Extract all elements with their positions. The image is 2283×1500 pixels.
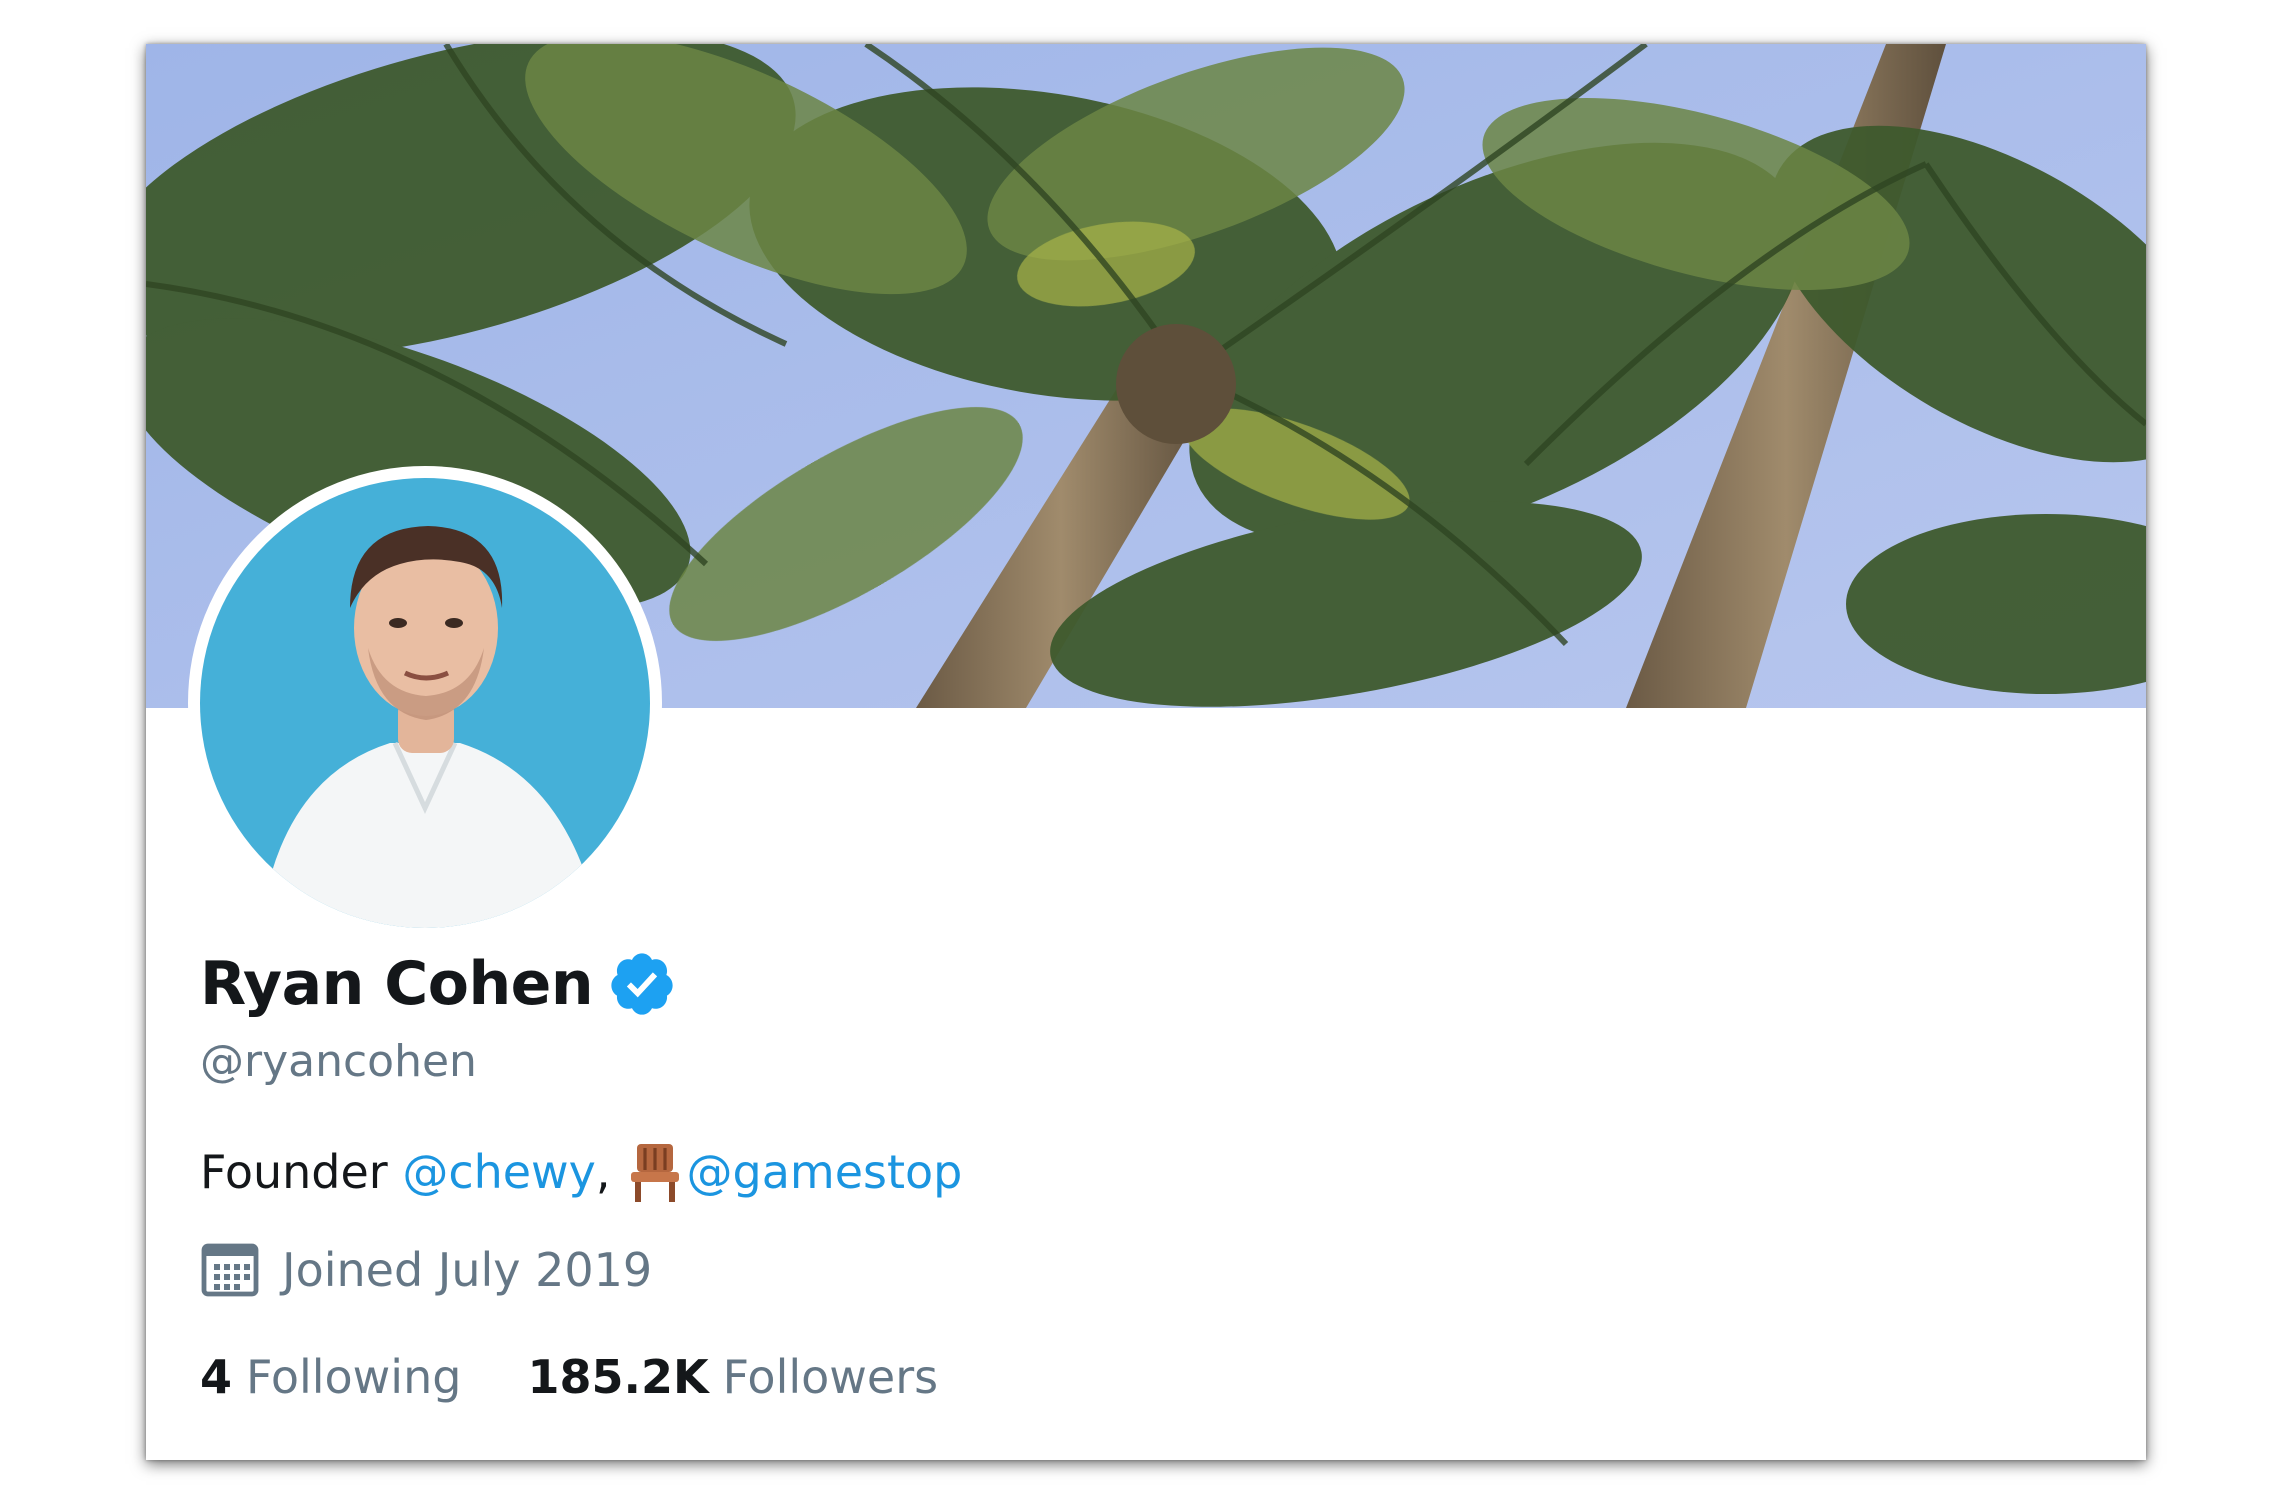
following-count: 4 [200, 1350, 233, 1404]
mention-link-chewy[interactable]: @chewy [402, 1145, 596, 1199]
join-date-text: Joined July 2019 [282, 1243, 653, 1297]
profile-stats: 4 Following 185.2K Followers [200, 1350, 938, 1404]
profile-bio: Founder @chewy, @gamestop [200, 1142, 962, 1202]
join-date: Joined July 2019 [200, 1242, 652, 1298]
display-name: Ryan Cohen [200, 949, 594, 1019]
mention-link-gamestop[interactable]: @gamestop [687, 1145, 963, 1199]
following-link[interactable]: 4 Following [200, 1350, 461, 1404]
chair-icon [630, 1144, 679, 1202]
calendar-icon [201, 1243, 259, 1297]
profile-avatar[interactable] [188, 466, 662, 940]
profile-card: Ryan Cohen @ryancohen Founder @chewy, @g… [146, 44, 2146, 1460]
display-name-row: Ryan Cohen [200, 944, 677, 1024]
following-label: Following [246, 1350, 462, 1404]
bio-separator: , [595, 1145, 611, 1199]
verified-badge-icon [611, 953, 673, 1015]
user-handle: @ryancohen [200, 1036, 477, 1087]
followers-label: Followers [722, 1350, 939, 1404]
bio-text: Founder [200, 1145, 403, 1199]
followers-link[interactable]: 185.2K Followers [527, 1350, 938, 1404]
followers-count: 185.2K [527, 1350, 709, 1404]
